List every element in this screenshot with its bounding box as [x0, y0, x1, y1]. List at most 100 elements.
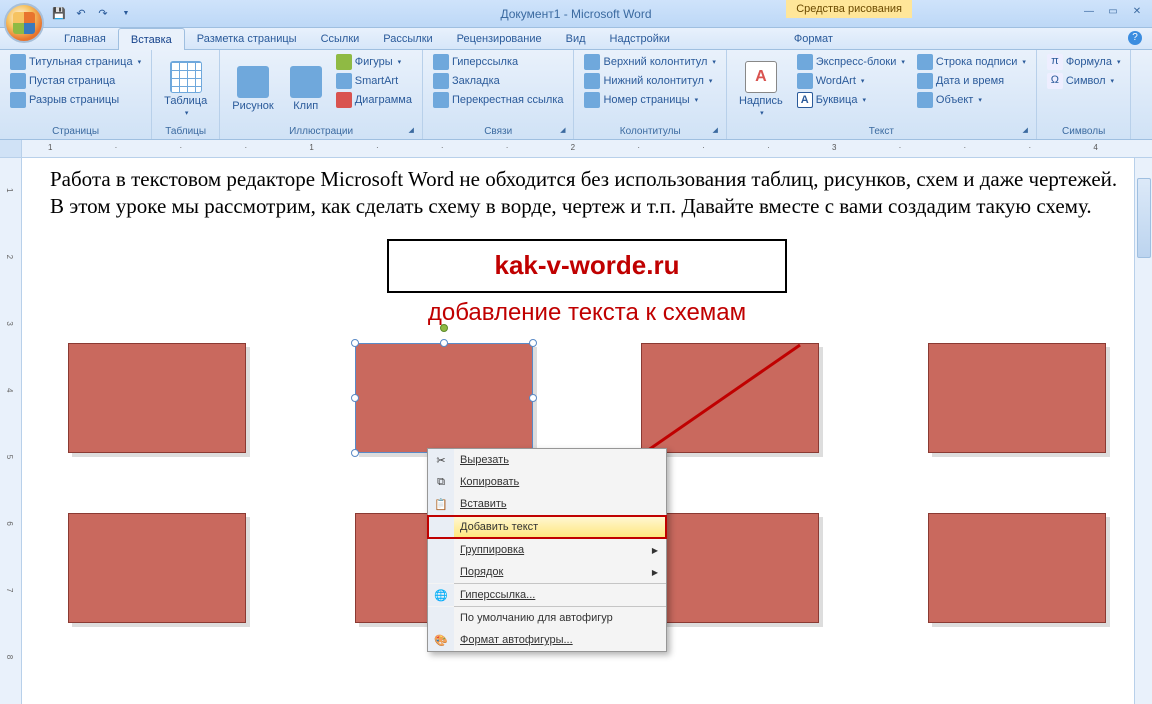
tab-addins[interactable]: Надстройки — [598, 28, 682, 50]
format-icon: 🎨 — [434, 634, 448, 647]
cm-copy[interactable]: ⧉Копировать — [428, 471, 666, 493]
resize-handle[interactable] — [351, 339, 359, 347]
scrollbar-thumb[interactable] — [1137, 178, 1151, 258]
group-tables: Таблица▾ Таблицы — [152, 50, 220, 139]
bookmark-button[interactable]: Закладка — [429, 72, 568, 90]
cm-cut[interactable]: ✂Вырезать — [428, 449, 666, 471]
submenu-arrow-icon: ▶ — [652, 546, 658, 555]
scissors-icon: ✂ — [436, 454, 445, 467]
paste-icon: 📋 — [434, 498, 448, 511]
ruler-corner — [0, 140, 22, 158]
minimize-icon[interactable]: — — [1080, 4, 1098, 18]
tab-view[interactable]: Вид — [554, 28, 598, 50]
tab-references[interactable]: Ссылки — [309, 28, 372, 50]
header-label: Верхний колонтитул — [603, 56, 707, 68]
tab-home[interactable]: Главная — [52, 28, 118, 50]
sigline-button[interactable]: Строка подписи▾ — [913, 53, 1030, 71]
crossref-button[interactable]: Перекрестная ссылка — [429, 91, 568, 109]
cm-hyperlink[interactable]: 🌐Гиперссылка... — [428, 584, 666, 606]
tab-mailings[interactable]: Рассылки — [371, 28, 444, 50]
shape-rect[interactable] — [641, 343, 819, 453]
page-break-label: Разрыв страницы — [29, 94, 119, 106]
cm-paste[interactable]: 📋 Вставить — [428, 493, 666, 515]
resize-handle[interactable] — [529, 394, 537, 402]
quick-access-toolbar: 💾 ↶ ↷ ▼ — [50, 5, 134, 23]
watermark-text: kak-v-worde.ru — [495, 250, 680, 281]
group-symbols: πФормула▾ ΩСимвол▾ Символы — [1037, 50, 1132, 139]
qat-dropdown-icon[interactable]: ▼ — [116, 5, 134, 23]
tab-format[interactable]: Формат — [782, 28, 845, 50]
office-button[interactable] — [4, 3, 44, 43]
shape-rect[interactable] — [641, 513, 819, 623]
smartart-button[interactable]: SmartArt — [332, 72, 416, 90]
sigline-label: Строка подписи — [936, 56, 1017, 68]
shape-rect[interactable] — [928, 343, 1106, 453]
formula-button[interactable]: πФормула▾ — [1043, 53, 1125, 71]
hyperlink-button[interactable]: Гиперссылка — [429, 53, 568, 71]
cm-order[interactable]: Порядок▶ — [428, 561, 666, 583]
cm-default[interactable]: По умолчанию для автофигур — [428, 607, 666, 629]
tab-insert[interactable]: Вставка — [118, 28, 185, 50]
footer-button[interactable]: Нижний колонтитул▾ — [580, 72, 719, 90]
tab-review[interactable]: Рецензирование — [445, 28, 554, 50]
dropcap-button[interactable]: AБуквица▾ — [793, 91, 909, 109]
picture-button[interactable]: Рисунок — [226, 53, 280, 124]
textbox-button[interactable]: AНадпись▾ — [733, 53, 789, 124]
ruler-scale: 1 · · · 1 · · · 2 · · · 3 · · · 4 · · · … — [48, 143, 1152, 152]
picture-label: Рисунок — [232, 100, 274, 112]
context-menu: ✂Вырезать ⧉Копировать 📋 Вставить Добавить… — [427, 448, 667, 652]
blank-page-button[interactable]: Пустая страница — [6, 72, 145, 90]
close-icon[interactable]: ✕ — [1128, 4, 1146, 18]
pagenum-label: Номер страницы — [603, 94, 689, 106]
shapes-button[interactable]: Фигуры▾ — [332, 53, 416, 71]
shape-rect[interactable] — [68, 343, 246, 453]
clip-label: Клип — [293, 100, 318, 112]
tab-layout[interactable]: Разметка страницы — [185, 28, 309, 50]
shape-rect[interactable] — [928, 513, 1106, 623]
cm-add-text[interactable]: Добавить текст — [428, 516, 666, 538]
body-paragraph[interactable]: Работа в текстовом редакторе Microsoft W… — [50, 166, 1124, 221]
vertical-ruler[interactable]: 1 2 3 4 5 6 7 8 — [0, 158, 22, 704]
shape-rect[interactable] — [68, 513, 246, 623]
window-controls: — ▭ ✕ — [1080, 4, 1146, 18]
vertical-scrollbar[interactable] — [1134, 158, 1152, 704]
help-icon[interactable]: ? — [1128, 31, 1142, 45]
quickparts-button[interactable]: Экспресс-блоки▾ — [793, 53, 909, 71]
header-button[interactable]: Верхний колонтитул▾ — [580, 53, 719, 71]
horizontal-ruler[interactable]: 1 · · · 1 · · · 2 · · · 3 · · · 4 · · · … — [0, 140, 1152, 158]
table-button[interactable]: Таблица▾ — [158, 53, 213, 124]
resize-handle[interactable] — [440, 339, 448, 347]
quickparts-label: Экспресс-блоки — [816, 56, 897, 68]
chart-button[interactable]: Диаграмма — [332, 91, 416, 109]
page-break-button[interactable]: Разрыв страницы — [6, 91, 145, 109]
shape-rect-selected[interactable] — [355, 343, 533, 453]
save-icon[interactable]: 💾 — [50, 5, 68, 23]
cm-copy-label: Копировать — [460, 476, 519, 488]
submenu-arrow-icon: ▶ — [652, 568, 658, 577]
shapes-label: Фигуры — [355, 56, 393, 68]
rotate-handle[interactable] — [440, 324, 448, 332]
resize-handle[interactable] — [351, 394, 359, 402]
cm-grouping[interactable]: Группировка▶ — [428, 539, 666, 561]
title-page-button[interactable]: Титульная страница▾ — [6, 53, 145, 71]
resize-handle[interactable] — [351, 449, 359, 457]
restore-icon[interactable]: ▭ — [1104, 4, 1122, 18]
cm-hyperlink-label: Гиперссылка... — [460, 589, 535, 601]
datetime-label: Дата и время — [936, 75, 1004, 87]
wordart-button[interactable]: WordArt▾ — [793, 72, 909, 90]
resize-handle[interactable] — [529, 339, 537, 347]
object-button[interactable]: Объект▾ — [913, 91, 1030, 109]
cm-format[interactable]: 🎨Формат автофигуры... — [428, 629, 666, 651]
group-pages-label: Страницы — [6, 124, 145, 139]
clip-button[interactable]: Клип — [284, 53, 328, 124]
redo-icon[interactable]: ↷ — [94, 5, 112, 23]
cm-paste-label: Вставить — [460, 498, 507, 510]
title-bar: 💾 ↶ ↷ ▼ Документ1 - Microsoft Word Средс… — [0, 0, 1152, 28]
symbol-button[interactable]: ΩСимвол▾ — [1043, 72, 1125, 90]
cm-add-text-label: Добавить текст — [460, 521, 538, 533]
datetime-button[interactable]: Дата и время — [913, 72, 1030, 90]
ribbon: Титульная страница▾ Пустая страница Разр… — [0, 50, 1152, 140]
undo-icon[interactable]: ↶ — [72, 5, 90, 23]
shapes-row-1 — [50, 343, 1124, 453]
pagenum-button[interactable]: Номер страницы▾ — [580, 91, 719, 109]
